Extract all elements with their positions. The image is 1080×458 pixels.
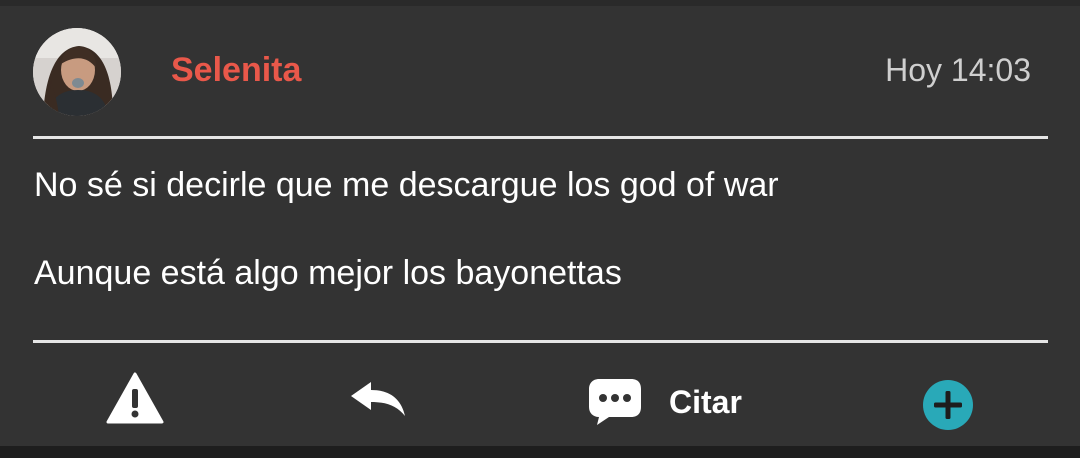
plus-circle-icon: [923, 380, 973, 430]
add-button[interactable]: [922, 379, 974, 431]
message-paragraph: Aunque está algo mejor los bayonettas: [34, 254, 622, 292]
bottom-edge: [0, 446, 1080, 458]
quote-button[interactable]: Citar: [587, 377, 742, 427]
reply-button[interactable]: [349, 380, 407, 418]
post-header: Selenita Hoy 14:03: [0, 6, 1080, 136]
speech-bubble-icon: [589, 379, 641, 425]
message-body: No sé si decirle que me descargue los go…: [34, 163, 1034, 339]
report-button[interactable]: [106, 372, 164, 424]
post-card: Selenita Hoy 14:03 No sé si decirle que …: [0, 6, 1080, 446]
reply-arrow-icon: [351, 382, 405, 416]
bottom-divider: [33, 340, 1048, 343]
message-paragraph: No sé si decirle que me descargue los go…: [34, 166, 779, 204]
author-name[interactable]: Selenita: [171, 51, 301, 90]
quote-label: Citar: [669, 383, 742, 420]
warning-icon: [106, 372, 164, 424]
avatar-image: [33, 28, 121, 116]
top-divider: [33, 136, 1048, 139]
avatar[interactable]: [33, 28, 121, 116]
post-timestamp: Hoy 14:03: [885, 52, 1031, 88]
action-bar: Citar: [0, 344, 1080, 446]
